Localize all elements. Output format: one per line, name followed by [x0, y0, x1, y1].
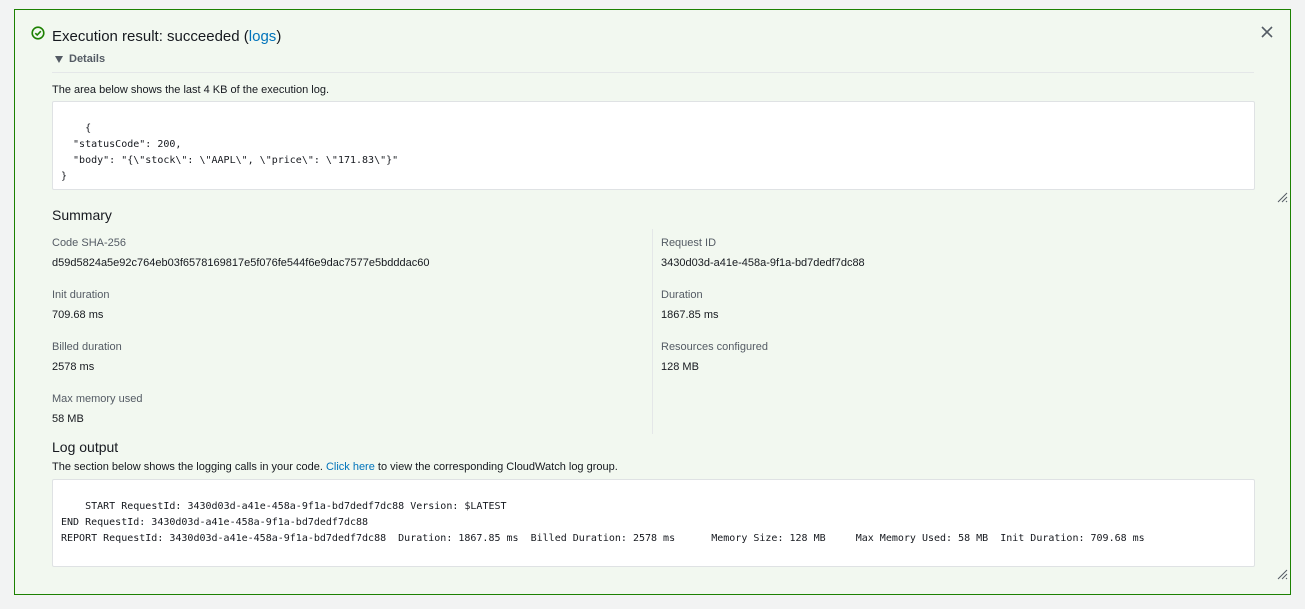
resize-handle-icon[interactable]	[1240, 175, 1288, 203]
duration-label: Duration	[661, 289, 703, 301]
billed-duration-value: 2578 ms	[52, 361, 95, 373]
max-memory-value: 58 MB	[52, 413, 84, 425]
execution-response-text: { "statusCode": 200, "body": "{\"stock\"…	[61, 123, 399, 182]
log-description-prefix: The section below shows the logging call…	[52, 461, 326, 473]
max-memory-label: Max memory used	[52, 393, 143, 405]
log-description-suffix: to view the corresponding CloudWatch log…	[374, 461, 618, 473]
init-duration-value: 709.68 ms	[52, 309, 104, 321]
billed-duration-label: Billed duration	[52, 341, 122, 353]
code-sha-value: d59d5824a5e92c764eb03f6578169817e5f076fe…	[52, 257, 430, 269]
log-output-description: The section below shows the logging call…	[52, 460, 618, 474]
request-id-value: 3430d03d-a41e-458a-9f1a-bd7dedf7dc88	[661, 257, 865, 269]
code-sha-label: Code SHA-256	[52, 237, 126, 249]
resources-configured-value: 128 MB	[661, 361, 699, 373]
check-circle-icon	[31, 26, 45, 40]
execution-result-panel: Execution result: succeeded (logs) Detai…	[14, 9, 1291, 595]
column-divider	[652, 229, 653, 434]
details-label: Details	[69, 53, 106, 65]
divider	[52, 72, 1254, 73]
logs-link[interactable]: logs	[249, 28, 277, 45]
init-duration-label: Init duration	[52, 289, 110, 301]
execution-response-box[interactable]: { "statusCode": 200, "body": "{\"stock\"…	[52, 101, 1288, 203]
log-output-text: START RequestId: 3430d03d-a41e-458a-9f1a…	[61, 501, 1145, 544]
details-description: The area below shows the last 4 KB of th…	[52, 84, 329, 96]
log-output-box[interactable]: START RequestId: 3430d03d-a41e-458a-9f1a…	[52, 479, 1288, 580]
duration-value: 1867.85 ms	[661, 309, 719, 321]
execution-result-title: Execution result: succeeded (logs)	[52, 27, 281, 47]
summary-title: Summary	[52, 207, 112, 223]
request-id-label: Request ID	[661, 237, 717, 249]
title-prefix: Execution result: succeeded (	[52, 28, 249, 45]
title-suffix: )	[276, 28, 282, 45]
log-output-title: Log output	[52, 439, 119, 455]
resources-configured-label: Resources configured	[661, 341, 769, 353]
resize-handle-icon[interactable]	[1240, 552, 1288, 580]
cloudwatch-click-here-link[interactable]: Click here	[326, 461, 375, 473]
details-toggle[interactable]: Details	[55, 53, 105, 65]
caret-down-icon	[55, 55, 63, 63]
close-icon[interactable]	[1260, 25, 1274, 39]
